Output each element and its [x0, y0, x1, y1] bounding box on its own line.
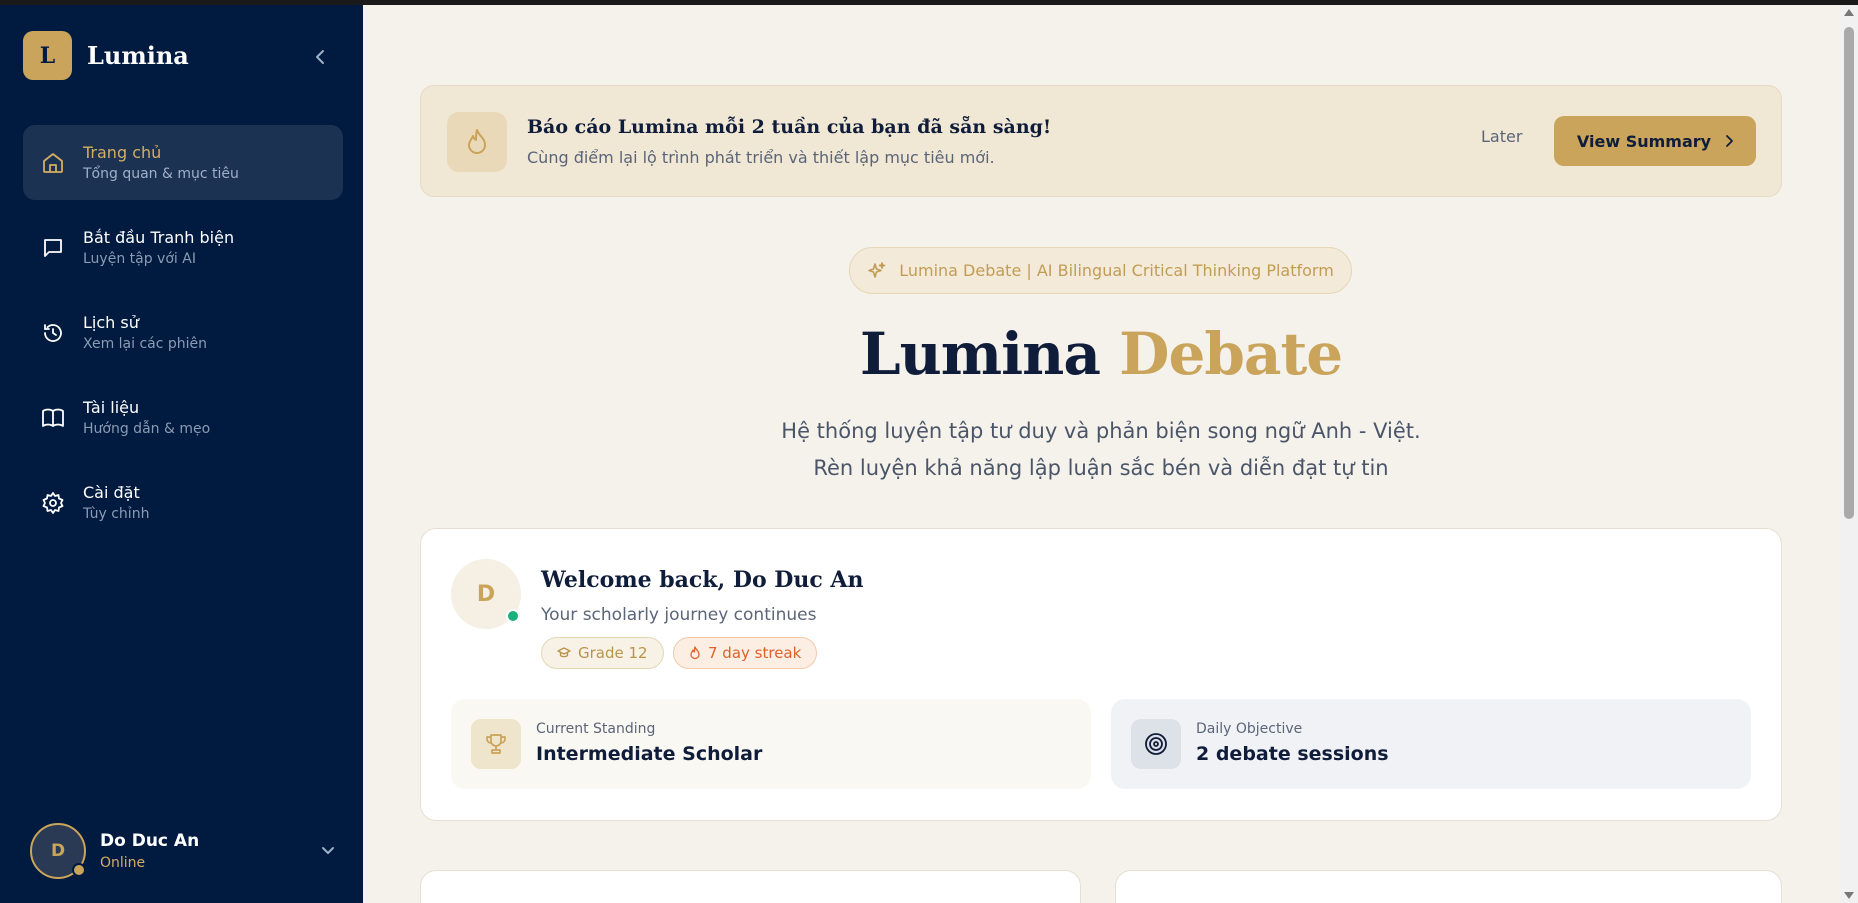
- standing-value: Intermediate Scholar: [536, 743, 763, 765]
- chevron-left-icon: [316, 50, 324, 64]
- sidebar-item-sublabel: Tùy chỉnh: [83, 506, 150, 522]
- report-banner: Báo cáo Lumina mỗi 2 tuần của bạn đã sẵn…: [420, 85, 1782, 197]
- sidebar-item-settings[interactable]: Cài đặt Tùy chỉnh: [23, 465, 343, 540]
- welcome-card: D Welcome back, Do Duc An Your scholarly…: [420, 528, 1782, 821]
- title-part-debate: Debate: [1119, 320, 1343, 388]
- status-dot: [72, 863, 86, 877]
- scrollbar-thumb[interactable]: [1844, 27, 1854, 519]
- vertical-scrollbar[interactable]: [1840, 5, 1858, 903]
- standing-label: Current Standing: [536, 721, 656, 737]
- objective-label: Daily Objective: [1196, 721, 1303, 737]
- sidebar-item-sublabel: Hướng dẫn & mẹo: [83, 421, 211, 437]
- grade-badge-label: Grade 12: [578, 644, 648, 662]
- avatar: D: [451, 559, 521, 629]
- platform-pill-text: Lumina Debate | AI Bilingual Critical Th…: [899, 261, 1334, 280]
- sidebar-item-label: Tài liệu: [83, 398, 140, 417]
- objective-value: 2 debate sessions: [1196, 743, 1389, 765]
- daily-objective-card: Daily Objective 2 debate sessions: [1111, 699, 1751, 789]
- subtitle-line-1: Hệ thống luyện tập tư duy và phản biện s…: [781, 419, 1421, 443]
- sidebar-item-label: Lịch sử: [83, 313, 139, 332]
- later-button[interactable]: Later: [1481, 127, 1522, 146]
- flame-icon: [690, 646, 700, 660]
- main-content: Báo cáo Lumina mỗi 2 tuần của bạn đã sẵn…: [363, 5, 1858, 903]
- brand-logo: L: [23, 31, 72, 80]
- page-title: Lumina Debate: [420, 320, 1782, 388]
- sidebar-item-label: Cài đặt: [83, 483, 140, 502]
- brand[interactable]: L Lumina: [23, 31, 189, 80]
- current-standing-card: Current Standing Intermediate Scholar: [451, 699, 1091, 789]
- app-window: L Lumina Trang chủ Tổng quan & mục tiêu: [0, 5, 1858, 903]
- user-status: Online: [100, 855, 146, 871]
- target-icon: [1131, 719, 1181, 769]
- title-part-lumina: Lumina: [859, 320, 1101, 388]
- banner-subtitle: Cùng điểm lại lộ trình phát triển và thi…: [527, 148, 995, 167]
- sidebar-item-history[interactable]: Lịch sử Xem lại các phiên: [23, 295, 343, 370]
- streak-badge-label: 7 day streak: [708, 644, 802, 662]
- chevron-right-icon: [1726, 135, 1733, 147]
- view-summary-button[interactable]: View Summary: [1554, 116, 1756, 166]
- chat-icon: [40, 235, 66, 261]
- graduation-cap-icon: [557, 647, 571, 658]
- history-icon: [40, 320, 66, 346]
- trophy-icon: [471, 719, 521, 769]
- sidebar-item-label: Trang chủ: [83, 143, 162, 162]
- sidebar-item-home[interactable]: Trang chủ Tổng quan & mục tiêu: [23, 125, 343, 200]
- avatar-initial: D: [476, 581, 496, 607]
- avatar-initial: D: [50, 841, 66, 861]
- banner-title: Báo cáo Lumina mỗi 2 tuần của bạn đã sẵn…: [527, 116, 1052, 138]
- sidebar-item-sublabel: Luyện tập với AI: [83, 251, 196, 267]
- sidebar-item-sublabel: Tổng quan & mục tiêu: [83, 166, 239, 182]
- lower-card-right: [1115, 870, 1782, 903]
- page-subtitle: Hệ thống luyện tập tư duy và phản biện s…: [420, 413, 1782, 487]
- gear-icon: [40, 490, 66, 516]
- subtitle-line-2: Rèn luyện khả năng lập luận sắc bén và d…: [813, 456, 1389, 480]
- welcome-subtitle: Your scholarly journey continues: [541, 605, 817, 625]
- flame-icon: [447, 112, 507, 172]
- sidebar-item-docs[interactable]: Tài liệu Hướng dẫn & mẹo: [23, 380, 343, 455]
- lower-card-left: [420, 870, 1081, 903]
- sidebar-item-label: Bắt đầu Tranh biện: [83, 228, 235, 247]
- online-indicator: [506, 609, 520, 623]
- view-summary-label: View Summary: [1576, 131, 1712, 151]
- streak-badge: 7 day streak: [673, 637, 818, 669]
- chevron-down-icon[interactable]: [321, 841, 335, 860]
- avatar: D: [30, 823, 86, 879]
- user-name: Do Duc An: [100, 831, 200, 851]
- user-menu[interactable]: D Do Duc An Online: [30, 823, 335, 879]
- sidebar-item-sublabel: Xem lại các phiên: [83, 336, 208, 352]
- sidebar-item-start-debate[interactable]: Bắt đầu Tranh biện Luyện tập với AI: [23, 210, 343, 285]
- sparkle-icon: [868, 261, 886, 278]
- brand-name: Lumina: [87, 41, 189, 70]
- book-icon: [40, 405, 66, 431]
- collapse-sidebar-button[interactable]: [308, 45, 332, 69]
- sidebar: L Lumina Trang chủ Tổng quan & mục tiêu: [0, 5, 363, 903]
- scroll-down-arrow-icon[interactable]: [1844, 892, 1854, 899]
- home-icon: [40, 150, 66, 176]
- sidebar-nav: Trang chủ Tổng quan & mục tiêu Bắt đầu T…: [23, 125, 343, 550]
- scroll-up-arrow-icon[interactable]: [1844, 9, 1854, 16]
- welcome-title: Welcome back, Do Duc An: [541, 567, 864, 593]
- grade-badge: Grade 12: [541, 637, 664, 669]
- platform-pill: Lumina Debate | AI Bilingual Critical Th…: [849, 247, 1352, 294]
